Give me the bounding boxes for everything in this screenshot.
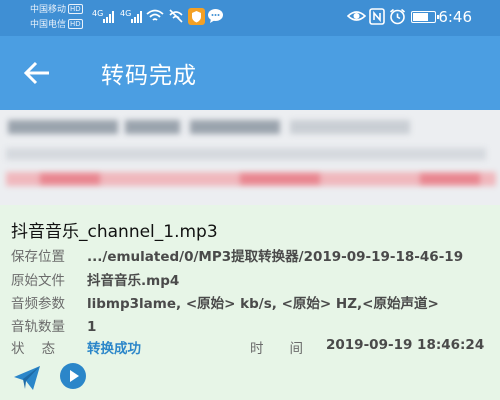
network-type-1: 4G [92, 9, 104, 18]
vpn-shield-icon [188, 8, 205, 25]
hd-badge: HD [68, 4, 83, 14]
play-button[interactable] [59, 362, 87, 390]
arrow-left-icon [23, 61, 49, 85]
info-row-track-count: 音轨数量 1 [11, 315, 96, 335]
info-label: 音轨数量 [11, 319, 65, 335]
info-row-save-location: 保存位置 .../emulated/0/MP3提取转换器/2019-09-19-1… [11, 245, 463, 265]
play-circle-icon [60, 363, 86, 389]
track-count-value: 1 [87, 319, 97, 335]
battery-icon [411, 11, 439, 23]
carrier-2-name: 中国电信 [30, 20, 67, 30]
carrier-2: 中国电信 HD [30, 19, 83, 31]
back-button[interactable] [18, 56, 58, 90]
hd-badge: HD [68, 19, 83, 29]
time-value: 2019-09-19 18:46:24 [326, 337, 485, 353]
info-row-status: 状 态 转换成功 [11, 337, 141, 357]
audio-params-value: libmp3lame, <原始> kb/s, <原始> HZ,<原始声道> [87, 296, 439, 312]
info-label: 音频参数 [11, 296, 65, 312]
share-button[interactable] [12, 363, 42, 393]
blurred-ad-banner [0, 110, 500, 205]
network-type-2: 4G [120, 9, 132, 18]
nfc-icon [369, 8, 385, 25]
status-value: 转换成功 [87, 341, 141, 357]
app-bar: 转码完成 [0, 36, 500, 110]
carrier-1: 中国移动 HD [30, 4, 83, 16]
alarm-icon [389, 8, 406, 25]
status-bar: 中国移动 HD 中国电信 HD 4G 4G 6:46 [0, 0, 500, 36]
carrier-1-name: 中国移动 [30, 5, 67, 15]
save-location-value[interactable]: .../emulated/0/MP3提取转换器/2019-09-19-18-46… [87, 249, 463, 265]
status-label: 状 态 [11, 341, 56, 357]
eye-icon [347, 11, 366, 21]
output-file-name: 抖音音乐_channel_1.mp3 [11, 222, 218, 242]
info-row-source-file: 原始文件 抖音音乐.mp4 [11, 269, 179, 289]
info-label: 原始文件 [11, 273, 65, 289]
wifi-icon [146, 9, 164, 21]
status-bar-time: 6:46 [438, 8, 472, 26]
chat-bubble-icon [208, 9, 223, 23]
info-row-audio-params: 音频参数 libmp3lame, <原始> kb/s, <原始> HZ,<原始声道… [11, 292, 439, 312]
source-file-value: 抖音音乐.mp4 [87, 273, 180, 289]
time-label: 时间 [250, 341, 329, 357]
info-label: 保存位置 [11, 249, 65, 265]
battery-level [413, 13, 428, 21]
page-title: 转码完成 [101, 63, 197, 89]
paper-plane-icon [14, 366, 40, 390]
wifi-off-icon [169, 9, 183, 23]
